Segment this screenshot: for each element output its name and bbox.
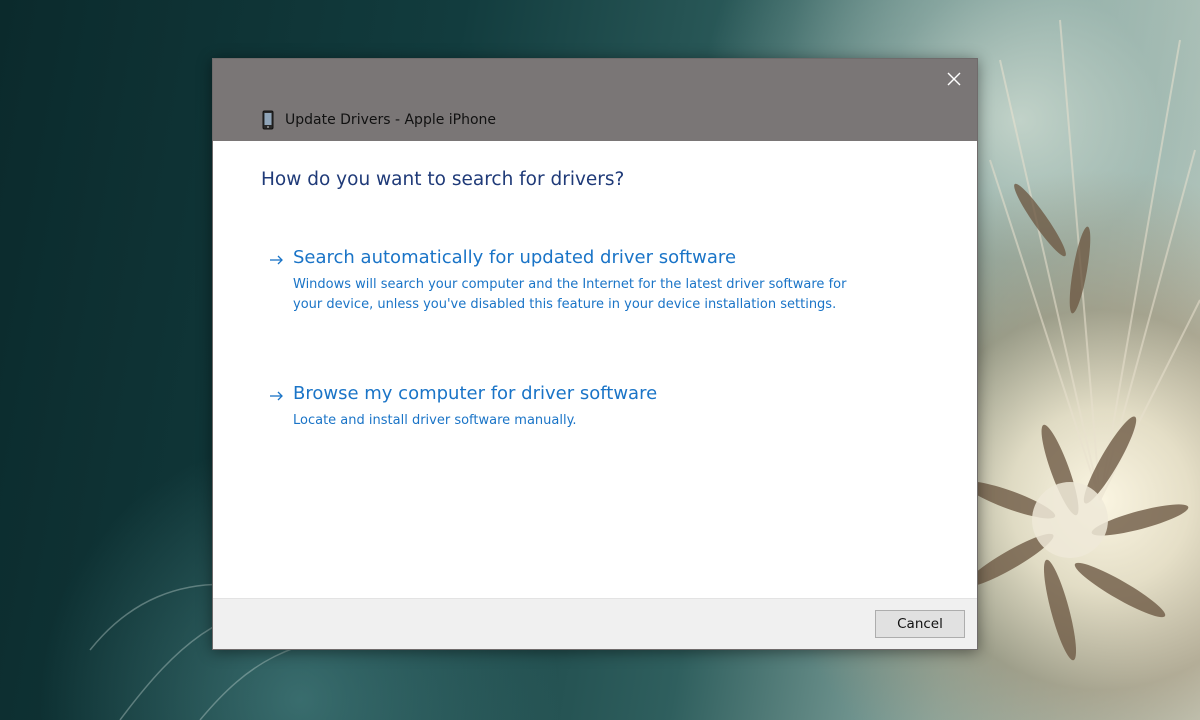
option-title: Browse my computer for driver software bbox=[293, 383, 657, 404]
arrow-right-icon bbox=[269, 253, 285, 267]
cancel-button[interactable]: Cancel bbox=[875, 610, 965, 638]
browse-computer-option[interactable]: Browse my computer for driver software L… bbox=[269, 383, 909, 443]
dialog-footer: Cancel bbox=[213, 598, 977, 649]
search-automatically-option[interactable]: Search automatically for updated driver … bbox=[269, 247, 909, 327]
dialog-title: Update Drivers - Apple iPhone bbox=[285, 112, 496, 128]
phone-icon bbox=[261, 110, 275, 130]
page-heading: How do you want to search for drivers? bbox=[261, 169, 624, 190]
option-description: Windows will search your computer and th… bbox=[293, 275, 873, 315]
title-bar[interactable] bbox=[213, 59, 977, 99]
option-title: Search automatically for updated driver … bbox=[293, 247, 736, 268]
close-icon bbox=[947, 72, 961, 86]
option-description: Locate and install driver software manua… bbox=[293, 411, 873, 431]
dialog-header: Update Drivers - Apple iPhone bbox=[213, 99, 977, 141]
close-button[interactable] bbox=[931, 59, 977, 99]
dialog-content: How do you want to search for drivers? S… bbox=[213, 141, 977, 601]
arrow-right-icon bbox=[269, 389, 285, 403]
update-drivers-dialog: Update Drivers - Apple iPhone How do you… bbox=[212, 58, 978, 650]
desktop-background: Update Drivers - Apple iPhone How do you… bbox=[0, 0, 1200, 720]
